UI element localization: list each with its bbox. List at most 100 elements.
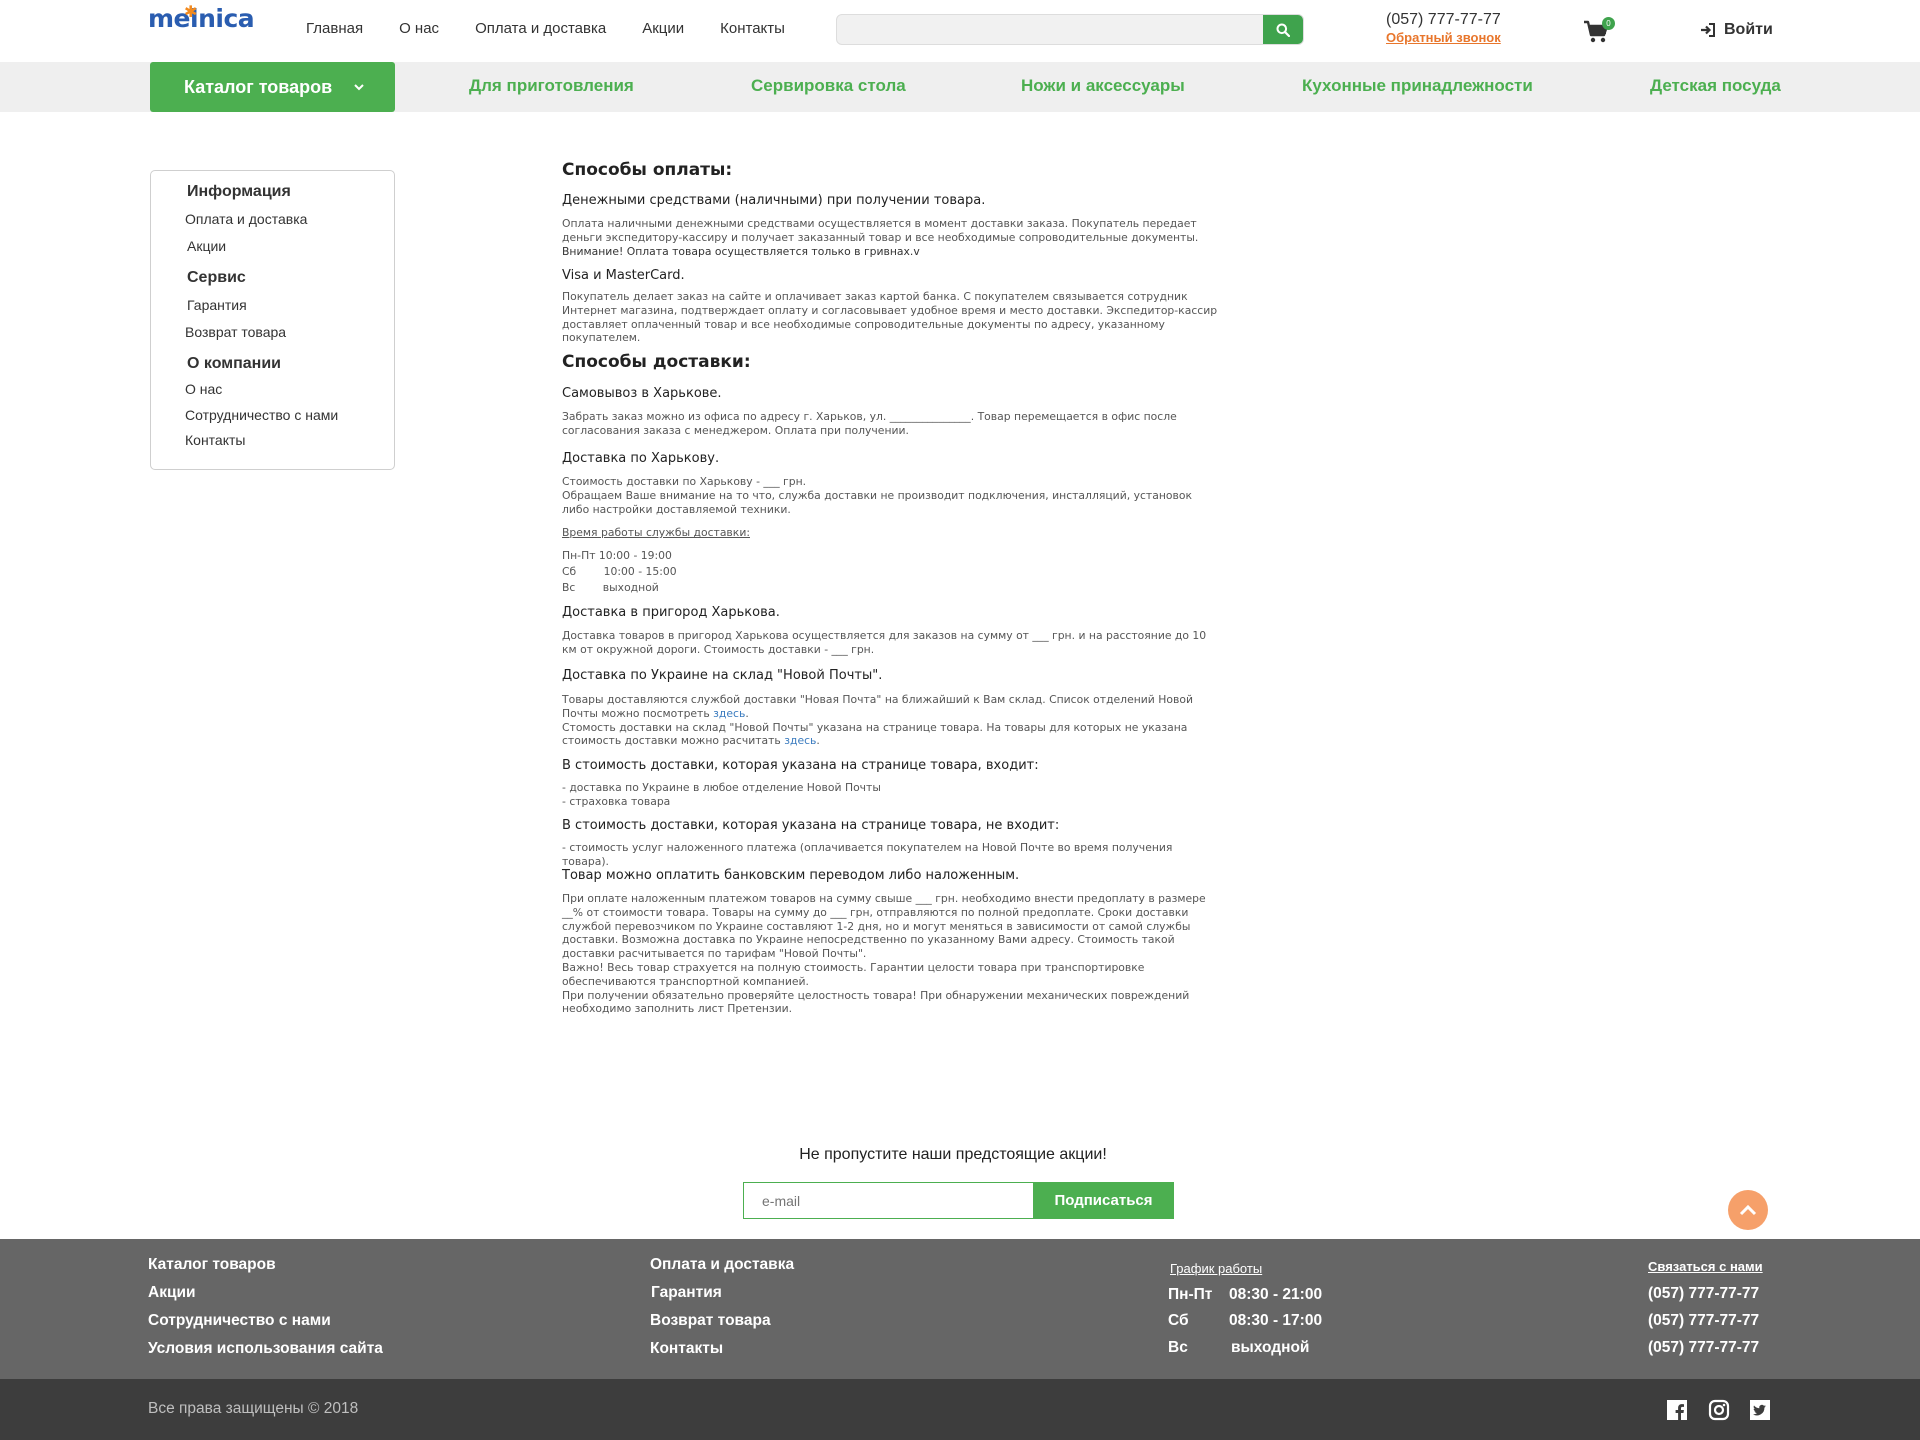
city-delivery-title: Доставка по Харькову.: [562, 451, 720, 466]
catalog-button[interactable]: Каталог товаров: [150, 62, 395, 112]
footer-link-contacts[interactable]: Контакты: [650, 1340, 723, 1358]
search-input[interactable]: [837, 15, 1257, 44]
cash-payment-desc: Оплата наличными денежными средствами ос…: [562, 217, 1199, 244]
city-delivery-text: Стоимость доставки по Харькову - ___ грн…: [562, 475, 1222, 516]
sidebar-heading-info: Информация: [187, 183, 291, 200]
nova-poshta-calc-link[interactable]: здесь: [784, 734, 816, 747]
footer-phone[interactable]: (057) 777-77-77: [1648, 1285, 1759, 1303]
payment-methods-title: Способы оплаты:: [562, 160, 733, 180]
nova-poshta-text: Товары доставляются службой доставки "Но…: [562, 693, 1193, 748]
sidebar-heading-service: Сервис: [187, 269, 246, 286]
footer-link-returns[interactable]: Возврат товара: [650, 1312, 771, 1330]
bottom-bar: Все права защищены © 2018: [0, 1379, 1920, 1440]
category-kids-dishes[interactable]: Детская посуда: [1650, 76, 1781, 96]
footer-contact-label[interactable]: Связаться с нами: [1648, 1259, 1763, 1274]
subscribe-title: Не пропустите наши предстоящие акции!: [799, 1146, 1107, 1163]
delivery-hours-weekdays: Пн-Пт 10:00 - 19:00: [562, 549, 672, 562]
catalog-label: Каталог товаров: [184, 76, 333, 97]
included-item: - страховка товара: [562, 794, 671, 808]
subscribe-form: Подписаться: [743, 1182, 1174, 1219]
nova-poshta-cost-desc: Стомость доставки на склад "Новой Почты"…: [562, 720, 1188, 748]
bank-transfer-title: Товар можно оплатить банковским переводо…: [562, 868, 1020, 883]
login-label: Войти: [1724, 21, 1773, 38]
header-phone[interactable]: (057) 777-77-77: [1386, 11, 1501, 29]
main-nav: Главная О нас Оплата и доставка Акции Ко…: [306, 20, 821, 37]
footer-link-promotions[interactable]: Акции: [148, 1284, 196, 1302]
sidebar-item-contacts[interactable]: Контакты: [185, 432, 245, 448]
pickup-text: Забрать заказ можно из офиса по адресу г…: [562, 410, 1177, 437]
category-table-setting[interactable]: Сервировка стола: [751, 76, 906, 96]
sidebar-item-about[interactable]: О нас: [185, 381, 222, 397]
sidebar-item-payment-delivery[interactable]: Оплата и доставка: [185, 211, 307, 227]
info-sidebar: Информация Оплата и доставка Акции Серви…: [150, 170, 395, 470]
logo-text: melnica: [148, 4, 255, 33]
delivery-hours-label: Время работы службы доставки:: [562, 526, 750, 539]
facebook-icon[interactable]: [1666, 1399, 1688, 1421]
copyright: Все права защищены © 2018: [148, 1400, 359, 1417]
chevron-up-icon: [1739, 1204, 1757, 1216]
pickup-title: Самовывоз в Харькове.: [562, 386, 722, 401]
excluded-item: - стоимость услуг наложенного платежа (о…: [562, 841, 1173, 868]
footer-link-terms[interactable]: Условия использования сайта: [148, 1340, 383, 1358]
top-header: melnica ✱ Главная О нас Оплата и доставк…: [0, 0, 1920, 62]
included-title: В стоимость доставки, которая указана на…: [562, 758, 1039, 773]
nav-link-payment-delivery[interactable]: Оплата и доставка: [475, 20, 606, 37]
footer-schedule-time: 08:30 - 17:00: [1229, 1312, 1323, 1329]
sidebar-item-warranty[interactable]: Гарантия: [187, 297, 247, 313]
login-button[interactable]: Войти: [1700, 21, 1773, 39]
card-payment-title: Visa и MasterCard.: [562, 268, 685, 283]
category-cooking[interactable]: Для приготовления: [469, 76, 634, 96]
chevron-down-icon: [354, 83, 364, 90]
footer-link-catalog[interactable]: Каталог товаров: [148, 1256, 276, 1274]
footer-phone[interactable]: (057) 777-77-77: [1648, 1312, 1759, 1330]
footer-schedule-day: Сб: [1168, 1312, 1189, 1329]
nav-link-promotions[interactable]: Акции: [642, 20, 684, 37]
delivery-hours-list: Пн-Пт 10:00 - 19:00 Сб 10:00 - 15:00 Вс …: [562, 548, 1222, 596]
sidebar-item-returns[interactable]: Возврат товара: [185, 324, 286, 340]
nova-poshta-branches-link[interactable]: здесь: [713, 707, 745, 720]
search-button[interactable]: [1263, 15, 1303, 44]
nav-link-contacts[interactable]: Контакты: [720, 20, 785, 37]
search-box: [836, 14, 1304, 45]
sign-in-icon: [1701, 23, 1715, 37]
scroll-to-top-button[interactable]: [1728, 1190, 1768, 1230]
bank-transfer-insurance: Важно! Весь товар страхуется на полную с…: [562, 960, 1145, 988]
suburb-delivery-title: Доставка в пригород Харькова.: [562, 605, 780, 620]
cash-payment-note: Внимание! Оплата товара осуществляется т…: [562, 244, 920, 258]
category-kitchen-utensils[interactable]: Кухонные принадлежности: [1302, 76, 1533, 96]
excluded-title: В стоимость доставки, которая указана на…: [562, 818, 1060, 833]
sidebar-item-cooperation[interactable]: Сотрудничество с нами: [185, 407, 338, 423]
category-knives[interactable]: Ножи и аксессуары: [1021, 76, 1185, 96]
bank-transfer-desc: При оплате наложенным платежом товаров н…: [562, 892, 1206, 961]
footer-link-warranty[interactable]: Гарантия: [651, 1284, 722, 1302]
cash-payment-text: Оплата наличными денежными средствами ос…: [562, 217, 1222, 258]
city-delivery-cost: Стоимость доставки по Харькову - ___ грн…: [562, 475, 807, 488]
cash-payment-title: Денежными средствами (наличными) при пол…: [562, 193, 986, 208]
sidebar-item-promotions[interactable]: Акции: [187, 238, 226, 254]
suburb-delivery-text: Доставка товаров в пригород Харькова осу…: [562, 629, 1207, 656]
sidebar-heading-company: О компании: [187, 355, 281, 372]
subscribe-button[interactable]: Подписаться: [1033, 1182, 1174, 1219]
site-logo[interactable]: melnica ✱: [148, 2, 255, 44]
instagram-icon[interactable]: [1708, 1399, 1730, 1421]
twitter-icon[interactable]: [1749, 1399, 1771, 1421]
delivery-hours-sunday: Вс выходной: [562, 581, 659, 594]
bank-transfer-text: При оплате наложенным платежом товаров н…: [562, 892, 1222, 1016]
nav-link-home[interactable]: Главная: [306, 20, 363, 37]
callback-link[interactable]: Обратный звонок: [1386, 30, 1501, 45]
included-list: - доставка по Украине в любое отделение …: [562, 781, 1222, 809]
nav-link-about[interactable]: О нас: [399, 20, 439, 37]
footer-link-payment-delivery[interactable]: Оплата и доставка: [650, 1256, 794, 1274]
cart-count-badge: 0: [1602, 17, 1615, 30]
subscribe-email-input[interactable]: [743, 1182, 1035, 1219]
included-item: - доставка по Украине в любое отделение …: [562, 781, 881, 794]
footer-link-cooperation[interactable]: Сотрудничество с нами: [148, 1312, 331, 1330]
logo-mark-icon: ✱: [184, 2, 197, 21]
footer-phone[interactable]: (057) 777-77-77: [1648, 1339, 1759, 1357]
city-delivery-note: Обращаем Ваше внимание на то что, служба…: [562, 488, 1192, 516]
footer-schedule-time: 08:30 - 21:00: [1229, 1286, 1323, 1303]
nova-poshta-title: Доставка по Украине на склад "Новой Почт…: [562, 668, 883, 683]
bank-transfer-check: При получении обязательно проверяйте цел…: [562, 988, 1190, 1016]
delivery-methods-title: Способы доставки:: [562, 352, 751, 372]
footer-schedule-day: Пн-Пт: [1168, 1286, 1213, 1303]
